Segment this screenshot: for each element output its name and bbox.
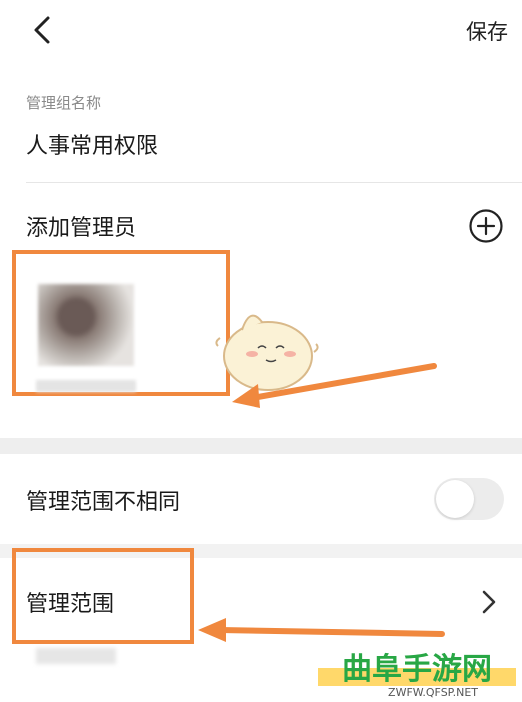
chevron-right-icon[interactable]	[480, 588, 498, 616]
admin-avatar[interactable]	[38, 284, 134, 366]
top-bar: 保存	[0, 0, 522, 62]
section-separator	[0, 438, 522, 454]
admin-name-blurred	[36, 380, 136, 392]
scope-different-label: 管理范围不相同	[26, 490, 181, 515]
scope-value-blurred	[36, 648, 116, 664]
scope-row-label[interactable]: 管理范围	[26, 586, 114, 618]
scope-different-toggle[interactable]	[434, 478, 504, 520]
watermark-subtitle: ZWFW.QFSP.NET	[388, 686, 478, 699]
group-name-value[interactable]: 人事常用权限	[26, 128, 158, 160]
toggle-knob	[436, 480, 474, 518]
annotation-arrow-icon	[232, 363, 437, 408]
save-button[interactable]: 保存	[466, 16, 508, 46]
plus-circle-icon[interactable]	[468, 208, 504, 244]
back-icon[interactable]	[28, 14, 56, 46]
divider	[26, 182, 522, 183]
group-name-label: 管理组名称	[26, 94, 102, 112]
admin-highlight-box	[12, 250, 230, 396]
watermark-title: 曲阜手游网	[318, 646, 516, 687]
add-admin-label: 添加管理员	[26, 216, 137, 241]
site-watermark: 曲阜手游网 ZWFW.QFSP.NET	[318, 646, 516, 699]
